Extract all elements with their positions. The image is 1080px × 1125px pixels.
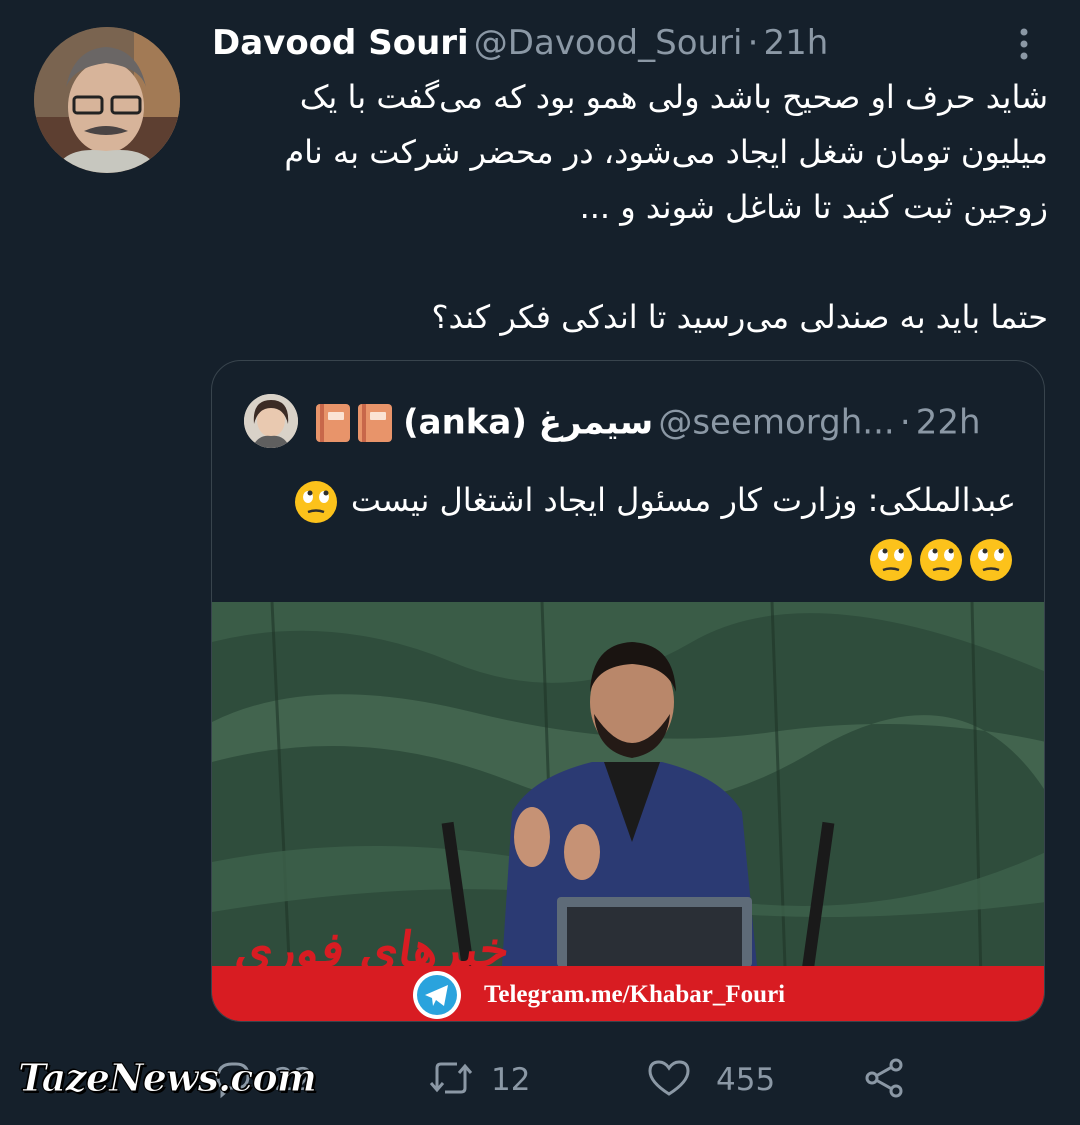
watermark: TazeNews.com: [18, 1055, 318, 1101]
book-icon: [356, 402, 394, 444]
banner-telegram-link: Telegram.me/Khabar_Fouri: [484, 981, 786, 1008]
telegram-icon: [412, 970, 462, 1020]
face-with-rolling-eyes-icon: [918, 537, 964, 583]
author-display-name[interactable]: Davood Souri: [212, 23, 469, 63]
quoted-author-avatar[interactable]: [244, 394, 298, 448]
header-separator: ·: [747, 23, 759, 63]
retweet-icon: [425, 1056, 477, 1104]
tweet-timestamp[interactable]: 21h: [763, 23, 828, 63]
tweet-text: شاید حرف او صحیح باشد ولی همو بود که می‌…: [284, 78, 1048, 336]
book-icon: [314, 402, 352, 444]
tweet-header: Davood Souri @Davood_Souri · 21h: [212, 20, 1012, 66]
quoted-author-handle[interactable]: @seemorgh...: [658, 403, 894, 443]
quoted-tweet-header: سیمرغ (anka) @seemorgh... · 22h: [244, 394, 1034, 450]
author-handle[interactable]: @Davood_Souri: [474, 23, 743, 63]
author-avatar[interactable]: [34, 27, 180, 173]
quoted-media-image[interactable]: خبرهای فوری Telegram.me/Khabar_Fouri: [212, 602, 1044, 1021]
heart-icon: [646, 1056, 692, 1104]
media-banner: Telegram.me/Khabar_Fouri: [212, 966, 1044, 1021]
quoted-tweet-timestamp[interactable]: 22h: [916, 403, 981, 443]
quoted-name-row: سیمرغ (anka) @seemorgh... · 22h: [314, 394, 981, 450]
like-button[interactable]: 455: [646, 1050, 775, 1110]
quoted-tweet-text: عبدالملکی: وزارت کار مسئول ایجاد اشتغال …: [244, 471, 1016, 587]
retweet-count: 12: [491, 1062, 531, 1098]
tweet[interactable]: Davood Souri @Davood_Souri · 21h شاید حر…: [0, 0, 1080, 1125]
share-button[interactable]: [860, 1050, 908, 1110]
quoted-author-display-name[interactable]: سیمرغ (anka): [403, 403, 653, 443]
quoted-tweet[interactable]: سیمرغ (anka) @seemorgh... · 22h عبدالملک…: [211, 360, 1045, 1022]
like-count: 455: [716, 1062, 776, 1098]
more-vertical-icon[interactable]: [1008, 24, 1040, 64]
retweet-button[interactable]: 12: [425, 1050, 530, 1110]
share-icon: [860, 1056, 908, 1104]
face-with-rolling-eyes-icon: [293, 479, 339, 525]
quoted-header-separator: ·: [899, 402, 911, 443]
quoted-text-main: عبدالملکی: وزارت کار مسئول ایجاد اشتغال …: [350, 481, 1016, 519]
face-with-rolling-eyes-icon: [968, 537, 1014, 583]
face-with-rolling-eyes-icon: [868, 537, 914, 583]
